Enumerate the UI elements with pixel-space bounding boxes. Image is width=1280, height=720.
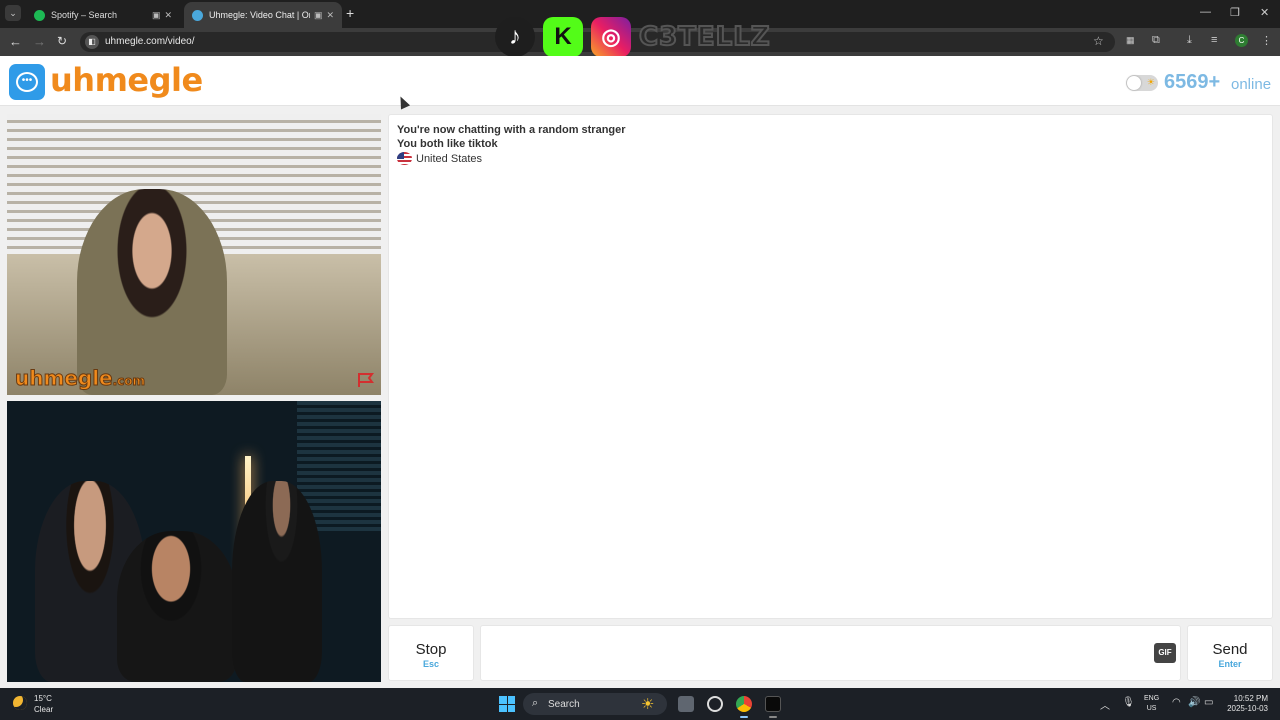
forward-icon[interactable]: → [33,34,46,49]
profile-avatar-icon[interactable]: C [1235,34,1248,47]
extension-icon[interactable]: ▦ [1126,35,1135,46]
tab-title: Uhmegle: Video Chat | Omegle [209,10,310,20]
language-indicator[interactable]: ENG US [1144,694,1159,714]
microphone-icon[interactable]: 🎙 [1122,697,1135,708]
close-tab-icon[interactable]: ✕ [326,10,334,21]
windows-taskbar: 15°C Clear ⌕ Search ☀ ︿ 🎙 ENG US ◠ 🔊 ▭ 1… [0,688,1280,720]
open-app-indicator [769,716,777,718]
tiktok-icon: ♪ [495,17,535,57]
weather-condition[interactable]: Clear [34,705,53,714]
online-count: 6569+ [1164,71,1221,93]
self-video [7,401,381,682]
stranger-country: United States [397,152,1264,165]
back-icon[interactable]: ← [9,34,22,49]
stranger-person [77,189,227,395]
download-icon[interactable]: ⤓ [1187,34,1192,47]
gif-button[interactable]: GIF [1154,643,1176,663]
reload-icon[interactable]: ↻ [57,34,67,48]
system-message: You both like tiktok [397,138,498,150]
app-icon[interactable] [707,696,723,712]
message-input-box[interactable] [480,625,1181,681]
system-clock[interactable]: 10:52 PM 2025-10-03 [1226,694,1268,714]
system-message: You're now chatting with a random strang… [397,124,626,136]
uhmegle-page: ••• uhmegle ☀ 6569+ online uhmegle.com Y… [0,56,1280,688]
close-tab-icon[interactable]: ✕ [164,10,172,21]
stop-label: Stop [415,641,447,658]
self-person [232,481,322,682]
show-hidden-icons-icon[interactable]: ︿ [1100,697,1110,712]
tab-spotify[interactable]: Spotify – Search ▣ ✕ [26,2,180,28]
extensions-puzzle-icon[interactable]: ⧉ [1152,34,1160,47]
url-text[interactable]: uhmegle.com/video/ [105,36,195,47]
tab-title: Spotify – Search [51,10,118,20]
stop-button[interactable]: Stop Esc [388,625,474,681]
minimize-window-icon[interactable]: — [1200,6,1211,18]
active-app-indicator [740,716,748,718]
country-name: United States [416,152,483,165]
online-label: online [1231,76,1272,93]
task-view-icon[interactable] [678,696,694,712]
theme-toggle[interactable]: ☀ [1126,75,1158,91]
overlay-brand-text: C3TELLZ [638,21,771,53]
media-playing-icon: ▣ [313,9,323,20]
tab-uhmegle[interactable]: Uhmegle: Video Chat | Omegle ▣ ✕ [184,2,342,28]
battery-icon[interactable]: ▭ [1204,697,1213,708]
chat-bubble-logo-icon[interactable]: ••• [9,64,45,100]
chat-log: You're now chatting with a random strang… [388,114,1273,619]
us-flag-icon [397,152,412,165]
more-menu-icon[interactable]: ⋮ [1261,34,1272,47]
wifi-icon[interactable]: ◠ [1172,697,1181,708]
new-tab-button[interactable]: + [346,5,354,21]
bookmark-star-icon[interactable]: ☆ [1093,34,1104,48]
instagram-icon: ◎ [591,17,631,57]
video-watermark: uhmegle.com [15,366,146,391]
spotify-favicon-icon [34,9,45,21]
send-label: Send [1212,641,1248,658]
start-windows-icon[interactable] [499,696,515,712]
obs-app-icon[interactable] [765,696,781,712]
moon-weather-icon[interactable] [13,696,27,710]
weather-temp[interactable]: 15°C [34,694,52,703]
stop-hint: Esc [422,659,439,669]
self-person [117,531,237,682]
search-highlight-sun-icon: ☀ [641,696,655,713]
uhmegle-favicon-icon [192,9,203,21]
stream-overlay: ♪ K ◎ C3TELLZ [495,16,771,58]
site-logo[interactable]: uhmegle [50,61,203,99]
volume-icon[interactable]: 🔊 [1188,697,1200,708]
taskbar-search-label: Search [548,699,580,710]
site-info-icon[interactable]: ◧ [85,35,99,49]
restore-window-icon[interactable]: ❐ [1230,6,1240,19]
send-hint: Enter [1218,659,1242,669]
message-input[interactable] [481,626,1141,680]
kick-icon: K [543,17,583,57]
taskbar-search[interactable]: ⌕ Search ☀ [523,693,667,715]
sun-icon: ☀ [1146,77,1155,87]
tab-search-menu-icon[interactable]: ⌄ [5,5,21,21]
stranger-video: uhmegle.com [7,114,381,395]
send-button[interactable]: Send Enter [1187,625,1273,681]
search-icon: ⌕ [532,697,539,709]
media-control-icon[interactable]: ≡ [1211,34,1217,46]
site-header: ••• uhmegle ☀ 6569+ online [0,56,1280,106]
close-window-icon[interactable]: ✕ [1260,6,1269,19]
media-playing-icon: ▣ [151,9,161,20]
chrome-icon[interactable] [736,696,752,712]
report-flag-icon[interactable] [357,372,375,388]
